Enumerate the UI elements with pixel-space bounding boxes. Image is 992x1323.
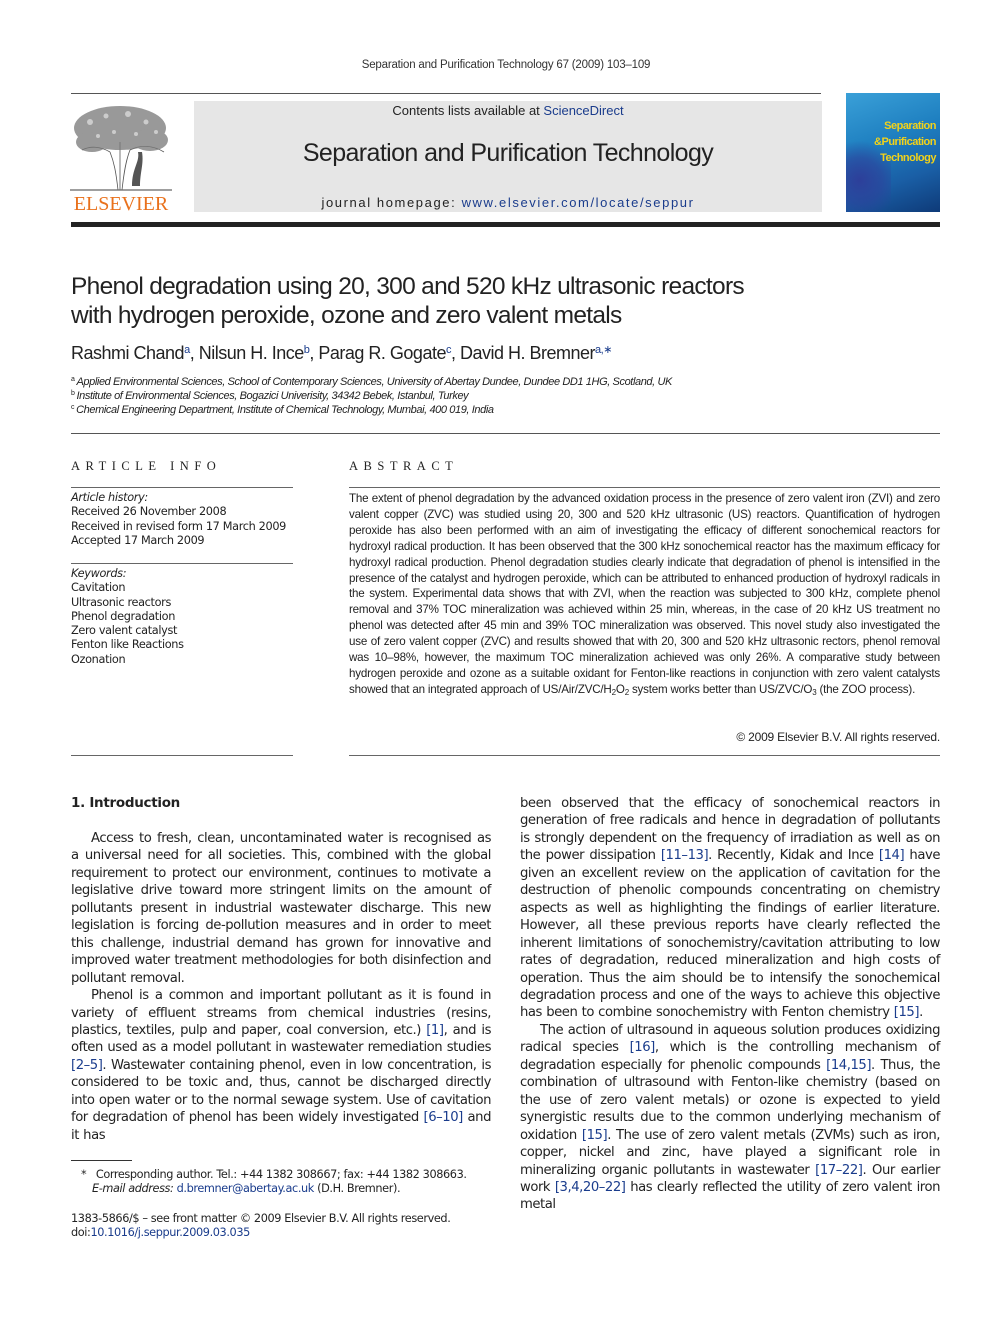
affiliation-marker[interactable]: a,∗ bbox=[595, 344, 612, 356]
abstract-body: The extent of phenol degradation by the … bbox=[349, 492, 940, 696]
divider bbox=[349, 487, 940, 488]
paragraph: The action of ultrasound in aqueous solu… bbox=[520, 1022, 941, 1213]
sciencedirect-link[interactable]: ScienceDirect bbox=[543, 103, 623, 118]
footnote-marker: * bbox=[81, 1168, 87, 1181]
divider bbox=[71, 487, 293, 488]
footnote-text: Corresponding author. Tel.: +44 1382 308… bbox=[95, 1168, 467, 1181]
citation-link[interactable]: [11–13] bbox=[661, 848, 709, 863]
citation-link[interactable]: [3,4,20–22] bbox=[555, 1180, 626, 1195]
affiliation-text: Chemical Engineering Department, Institu… bbox=[76, 404, 494, 416]
footnote-text: (D.H. Bremner). bbox=[313, 1182, 401, 1195]
history-label: Article history: bbox=[71, 491, 148, 504]
affiliation-text: Applied Environmental Sciences, School o… bbox=[76, 376, 673, 388]
affiliation-marker[interactable]: c bbox=[446, 344, 452, 356]
citation-link[interactable]: [6–10] bbox=[424, 1110, 464, 1125]
doi-line: doi:10.1016/j.seppur.2009.03.035 bbox=[71, 1226, 250, 1240]
footnote-rule bbox=[71, 1160, 132, 1161]
abstract-body: system works better than US/ZVC/O bbox=[628, 682, 813, 696]
citation-link[interactable]: [15] bbox=[894, 1005, 920, 1020]
citation-link[interactable]: [14,15] bbox=[826, 1058, 871, 1073]
section-divider bbox=[71, 433, 940, 434]
citation-link[interactable]: [15] bbox=[582, 1128, 608, 1143]
affiliation-key: b bbox=[71, 390, 75, 397]
keywords-label: Keywords: bbox=[71, 567, 127, 580]
history-entry: Accepted 17 March 2009 bbox=[71, 533, 205, 547]
abstract-heading: ABSTRACT bbox=[349, 459, 459, 473]
affiliation: c Chemical Engineering Department, Instit… bbox=[71, 404, 494, 416]
author-name: Nilsun H. Ince bbox=[198, 343, 305, 363]
journal-cover-image: Separation &Purification Technology bbox=[846, 93, 940, 212]
title-line: with hydrogen peroxide, ozone and zero v… bbox=[71, 302, 622, 329]
email-label: E-mail address: bbox=[92, 1182, 174, 1195]
article-title: Phenol degradation using 20, 300 and 520… bbox=[71, 272, 871, 330]
author-name: David H. Bremner bbox=[460, 343, 596, 363]
author-list: Rashmi Chanda, Nilsun H. Inceb, Parag R.… bbox=[71, 343, 612, 363]
affiliation: b Institute of Environmental Sciences, Bo… bbox=[71, 390, 469, 402]
email-link[interactable]: d.bremner@abertay.ac.uk bbox=[177, 1182, 315, 1195]
citation-link[interactable]: [14] bbox=[879, 848, 905, 863]
affiliation-key: a bbox=[71, 376, 75, 383]
masthead-divider bbox=[71, 222, 940, 227]
cover-title-line: Separation bbox=[884, 120, 936, 132]
keyword: Ozonation bbox=[71, 652, 126, 666]
citation-link[interactable]: [1] bbox=[426, 1023, 444, 1038]
affiliation-marker[interactable]: b bbox=[304, 344, 310, 356]
issn-line: 1383-5866/$ – see front matter © 2009 El… bbox=[71, 1212, 451, 1225]
affiliation-key: c bbox=[71, 404, 75, 411]
article-info-heading: ARTICLE INFO bbox=[71, 459, 222, 473]
citation-link[interactable]: [17–22] bbox=[815, 1163, 863, 1178]
citation-link[interactable]: [2–5] bbox=[71, 1058, 103, 1073]
copyright-notice: © 2009 Elsevier B.V. All rights reserved… bbox=[736, 730, 940, 744]
paragraph: Phenol is a common and important polluta… bbox=[71, 988, 491, 1143]
history-entry: Received in revised form 17 March 2009 bbox=[71, 519, 287, 533]
keyword: Zero valent catalyst bbox=[71, 624, 178, 638]
author-name: Parag R. Gogate bbox=[318, 343, 446, 363]
journal-homepage-line: journal homepage: www.elsevier.com/locat… bbox=[194, 195, 822, 210]
abstract-body: O bbox=[615, 682, 625, 696]
header-rule bbox=[71, 93, 821, 94]
cover-title-line: &Purification bbox=[874, 136, 936, 148]
article-history: Article history: Received 26 November 20… bbox=[71, 491, 296, 548]
body-column-right: been observed that the efficacy of sonoc… bbox=[520, 795, 940, 1214]
divider bbox=[71, 563, 293, 564]
abstract-text: The extent of phenol degradation by the … bbox=[349, 491, 940, 698]
divider bbox=[71, 755, 293, 756]
keywords: Keywords: Cavitation Ultrasonic reactors… bbox=[71, 567, 296, 667]
citation-link[interactable]: [16] bbox=[630, 1040, 656, 1055]
contents-prefix: Contents lists available at bbox=[392, 103, 544, 118]
contents-line: Contents lists available at ScienceDirec… bbox=[194, 103, 822, 118]
title-line: Phenol degradation using 20, 300 and 520… bbox=[71, 273, 745, 300]
keyword: Ultrasonic reactors bbox=[71, 595, 172, 609]
keyword: Cavitation bbox=[71, 581, 126, 595]
doi-link[interactable]: 10.1016/j.seppur.2009.03.035 bbox=[90, 1226, 250, 1239]
cover-title-line: Technology bbox=[880, 152, 936, 164]
keyword: Fenton like Reactions bbox=[71, 638, 184, 652]
body-column-left: Access to fresh, clean, uncontaminated w… bbox=[71, 830, 491, 1144]
corresponding-author-note: * Corresponding author. Tel.: +44 1382 3… bbox=[81, 1168, 467, 1182]
abstract-body: (the ZOO process). bbox=[816, 682, 916, 696]
doi-prefix: doi: bbox=[71, 1226, 91, 1239]
email-note: E-mail address: d.bremner@abertay.ac.uk … bbox=[92, 1182, 401, 1196]
keyword: Phenol degradation bbox=[71, 609, 176, 623]
affiliation-text: Institute of Environmental Sciences, Bog… bbox=[76, 390, 469, 402]
divider bbox=[349, 755, 940, 756]
publisher-name: ELSEVIER bbox=[73, 193, 169, 215]
affiliation: a Applied Environmental Sciences, School … bbox=[71, 376, 672, 388]
paragraph: Access to fresh, clean, uncontaminated w… bbox=[71, 831, 491, 986]
journal-homepage-link[interactable]: www.elsevier.com/locate/seppur bbox=[462, 195, 695, 210]
journal-title: Separation and Purification Technology bbox=[302, 139, 714, 167]
history-entry: Received 26 November 2008 bbox=[71, 505, 227, 519]
paragraph: been observed that the efficacy of sonoc… bbox=[520, 796, 940, 1021]
homepage-prefix: journal homepage: bbox=[321, 195, 462, 210]
section-heading: 1. Introduction bbox=[71, 795, 180, 811]
author-name: Rashmi Chand bbox=[71, 343, 185, 363]
running-head: Separation and Purification Technology 6… bbox=[361, 59, 651, 71]
affiliation-marker[interactable]: a bbox=[184, 344, 190, 356]
